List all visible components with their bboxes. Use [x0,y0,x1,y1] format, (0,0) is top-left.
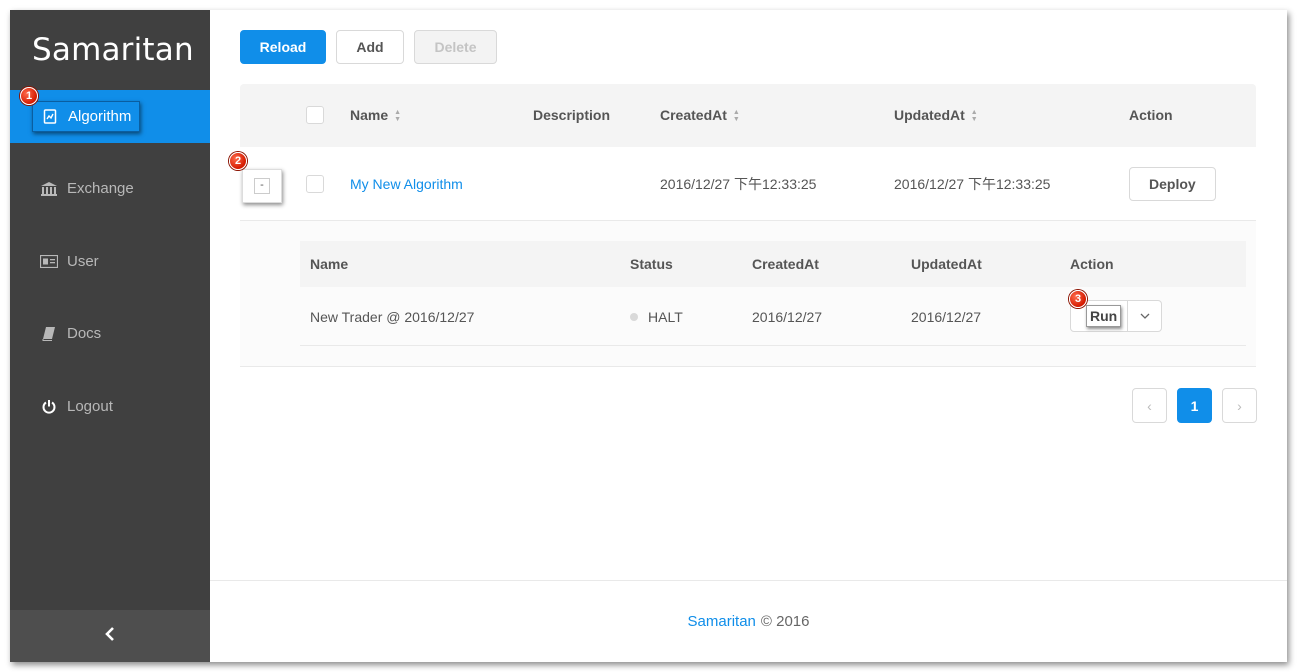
sort-icon: ▲ ▼ [394,108,402,123]
sidebar-item-label: Algorithm [68,108,132,125]
sidebar-collapse-button[interactable] [10,610,210,662]
sidebar-item-user[interactable]: User [10,235,210,288]
column-header-description: Description [533,107,611,123]
column-header-action: Action [1129,107,1173,123]
run-button-label: Run [1086,305,1122,327]
brand-title: Samaritan [32,32,194,68]
sub-column-header-action: Action [1070,256,1114,272]
id-card-icon [40,254,58,270]
sidebar-item-exchange[interactable]: Exchange [10,162,210,215]
column-header-created[interactable]: CreatedAt ▲ ▼ [660,84,740,147]
select-all-checkbox[interactable] [306,106,324,124]
sidebar: Samaritan Algorithm Exchange User Docs L… [10,10,210,662]
sub-column-header-status: Status [630,256,673,272]
table-header: Name ▲ ▼ Description CreatedAt ▲ ▼ Updated… [240,84,1256,147]
sort-icon: ▲ ▼ [732,108,740,123]
sidebar-item-label: Exchange [67,180,134,197]
chevron-down-icon [1140,307,1150,325]
expand-toggle-icon: - [254,178,270,194]
sidebar-item-docs[interactable]: Docs [10,307,210,360]
sidebar-item-label: User [67,253,99,270]
sidebar-item-logout[interactable]: Logout [10,380,210,433]
power-icon [40,399,58,415]
algorithm-table: Name ▲ ▼ Description CreatedAt ▲ ▼ Updated… [240,84,1256,367]
next-page-button[interactable]: › [1222,388,1257,423]
subtable-header: Name Status CreatedAt UpdatedAt Action [300,241,1246,287]
table-row: - My New Algorithm 2016/12/27 下午12:33:25… [240,147,1256,221]
column-header-label: Name [350,107,389,123]
trader-subtable: Name Status CreatedAt UpdatedAt Action N… [300,241,1246,346]
algorithm-created-at: 2016/12/27 下午12:33:25 [660,176,817,192]
footer-link[interactable]: Samaritan [688,613,756,630]
sub-column-header-created: CreatedAt [752,256,819,272]
expanded-row: Name Status CreatedAt UpdatedAt Action N… [240,221,1256,367]
trader-updated-at: 2016/12/27 [911,308,982,325]
sidebar-item-algorithm-highlight: Algorithm [32,101,141,132]
app-window: Samaritan Algorithm Exchange User Docs L… [10,10,1287,662]
sidebar-item-algorithm[interactable]: Algorithm [10,90,210,143]
book-icon [40,326,58,342]
chevron-left-icon [104,626,116,646]
pagination: ‹ 1 › [1132,388,1257,423]
trader-name-link[interactable]: New Trader @ 2016/12/27 [310,287,474,346]
sub-column-header-name: Name [310,256,349,272]
sidebar-item-label: Docs [67,325,102,342]
column-header-updated[interactable]: UpdatedAt ▲ ▼ [894,84,978,147]
column-header-name[interactable]: Name ▲ ▼ [350,84,401,147]
column-header-label: UpdatedAt [894,107,965,123]
trader-row: New Trader @ 2016/12/27 HALT 2016/12/27 … [300,287,1246,346]
toolbar: Reload Add Delete [240,30,497,64]
column-header-label: CreatedAt [660,107,727,123]
annotation-badge-2: 2 [229,152,247,170]
status-dot-icon [630,312,638,321]
algorithm-name-link[interactable]: My New Algorithm [350,147,463,221]
sub-column-header-updated: UpdatedAt [911,256,982,272]
footer: Samaritan © 2016 [210,580,1287,662]
add-button[interactable]: Add [336,30,404,64]
collapse-row-button[interactable]: - [242,169,282,203]
main-content: Reload Add Delete Name ▲ ▼ Description Cr… [210,10,1287,662]
annotation-badge-3: 3 [1069,290,1087,308]
reload-button[interactable]: Reload [240,30,326,64]
page-1-button[interactable]: 1 [1177,388,1212,423]
bank-icon [40,181,58,197]
prev-page-button[interactable]: ‹ [1132,388,1167,423]
algorithm-icon [41,109,59,125]
trader-created-at: 2016/12/27 [752,308,823,325]
delete-button[interactable]: Delete [414,30,497,64]
trader-status: HALT [630,287,683,346]
run-menu-toggle[interactable] [1128,300,1162,332]
sidebar-item-label: Logout [67,398,113,415]
algorithm-updated-at: 2016/12/27 下午12:33:25 [894,176,1051,192]
status-label: HALT [648,308,683,325]
annotation-badge-1: 1 [20,87,38,105]
deploy-button[interactable]: Deploy [1129,167,1216,201]
sort-icon: ▲ ▼ [970,108,978,123]
row-checkbox[interactable] [306,175,324,193]
footer-copyright: © 2016 [760,613,810,630]
